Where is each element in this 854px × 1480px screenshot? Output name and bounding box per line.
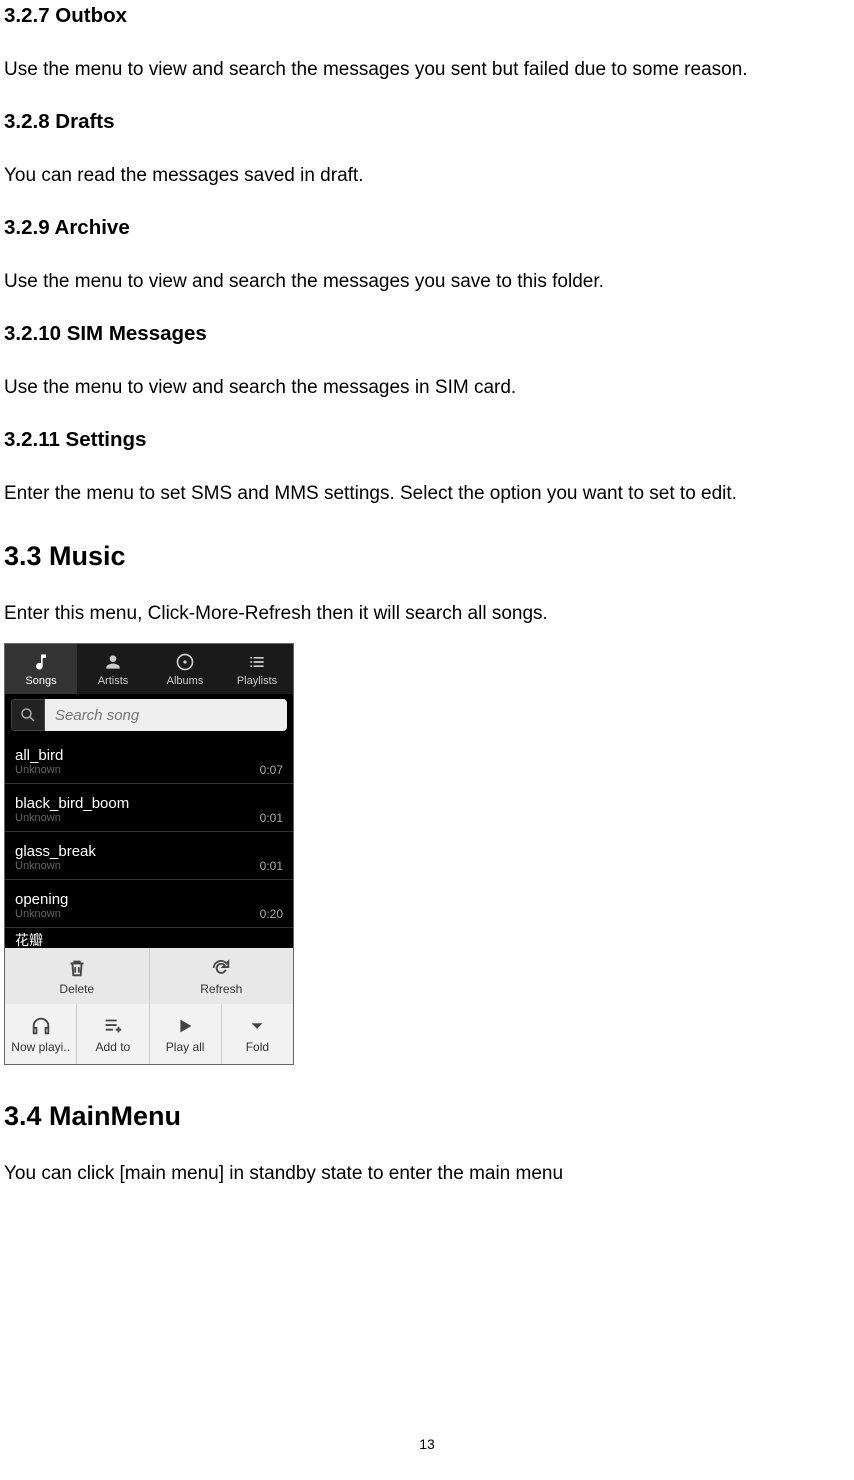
body-sim: Use the menu to view and search the mess… <box>4 377 850 399</box>
page-number: 13 <box>0 1436 854 1452</box>
heading-outbox: 3.2.7 Outbox <box>4 4 850 28</box>
menu-label: Delete <box>59 982 94 996</box>
body-settings: Enter the menu to set SMS and MMS settin… <box>4 483 850 505</box>
song-title: opening <box>15 891 283 908</box>
song-artist: Unknown <box>15 860 283 872</box>
list-icon <box>246 651 268 673</box>
now-playing-button[interactable]: Now playi.. <box>5 1004 77 1064</box>
body-drafts: You can read the messages saved in draft… <box>4 165 850 187</box>
body-outbox: Use the menu to view and search the mess… <box>4 59 850 81</box>
menu-label: Now playi.. <box>11 1040 70 1054</box>
list-item[interactable]: glass_break Unknown 0:01 <box>5 832 293 880</box>
list-item[interactable]: all_bird Unknown 0:07 <box>5 736 293 784</box>
song-artist: Unknown <box>15 764 283 776</box>
tab-songs[interactable]: Songs <box>5 644 77 694</box>
menu-label: Fold <box>246 1040 269 1054</box>
add-to-button[interactable]: Add to <box>77 1004 149 1064</box>
song-artist: Unknown <box>15 908 283 920</box>
music-app-screenshot: Songs Artists Albums Playlists all_bir <box>4 643 294 1065</box>
chevron-down-icon <box>245 1014 269 1038</box>
add-list-icon <box>101 1014 125 1038</box>
refresh-icon <box>209 956 233 980</box>
menu-label: Play all <box>166 1040 205 1054</box>
disc-icon <box>174 651 196 673</box>
song-title: glass_break <box>15 843 283 860</box>
menu-row-1: Delete Refresh <box>5 948 293 1004</box>
body-music: Enter this menu, Click-More-Refresh then… <box>4 603 850 625</box>
menu-label: Refresh <box>200 982 242 996</box>
list-item[interactable]: 花瓣 <box>5 928 293 948</box>
tab-artists[interactable]: Artists <box>77 644 149 694</box>
fold-button[interactable]: Fold <box>222 1004 293 1064</box>
heading-sim: 3.2.10 SIM Messages <box>4 322 850 346</box>
tab-label: Playlists <box>237 675 277 687</box>
list-item[interactable]: black_bird_boom Unknown 0:01 <box>5 784 293 832</box>
delete-button[interactable]: Delete <box>5 948 150 1004</box>
music-note-icon <box>30 651 52 673</box>
heading-music: 3.3 Music <box>4 541 850 572</box>
list-item[interactable]: opening Unknown 0:20 <box>5 880 293 928</box>
tab-albums[interactable]: Albums <box>149 644 221 694</box>
song-artist: Unknown <box>15 812 283 824</box>
music-tabs: Songs Artists Albums Playlists <box>5 644 293 694</box>
heading-mainmenu: 3.4 MainMenu <box>4 1101 850 1132</box>
trash-icon <box>65 956 89 980</box>
body-mainmenu: You can click [main menu] in standby sta… <box>4 1163 850 1185</box>
person-icon <box>102 651 124 673</box>
search-input[interactable] <box>45 699 287 731</box>
play-all-button[interactable]: Play all <box>150 1004 222 1064</box>
tab-label: Artists <box>98 675 129 687</box>
song-duration: 0:07 <box>260 763 283 777</box>
tab-playlists[interactable]: Playlists <box>221 644 293 694</box>
search-icon[interactable] <box>11 699 45 731</box>
play-icon <box>173 1014 197 1038</box>
menu-row-2: Now playi.. Add to Play all Fold <box>5 1004 293 1064</box>
tab-label: Albums <box>167 675 204 687</box>
song-title: 花瓣 <box>15 932 43 948</box>
menu-label: Add to <box>96 1040 131 1054</box>
search-bar <box>5 694 293 736</box>
song-duration: 0:01 <box>260 811 283 825</box>
heading-settings: 3.2.11 Settings <box>4 428 850 452</box>
song-title: all_bird <box>15 747 283 764</box>
body-archive: Use the menu to view and search the mess… <box>4 271 850 293</box>
headphones-icon <box>29 1014 53 1038</box>
heading-archive: 3.2.9 Archive <box>4 216 850 240</box>
song-title: black_bird_boom <box>15 795 283 812</box>
refresh-button[interactable]: Refresh <box>150 948 294 1004</box>
song-duration: 0:20 <box>260 907 283 921</box>
heading-drafts: 3.2.8 Drafts <box>4 110 850 134</box>
tab-label: Songs <box>25 675 56 687</box>
song-duration: 0:01 <box>260 859 283 873</box>
